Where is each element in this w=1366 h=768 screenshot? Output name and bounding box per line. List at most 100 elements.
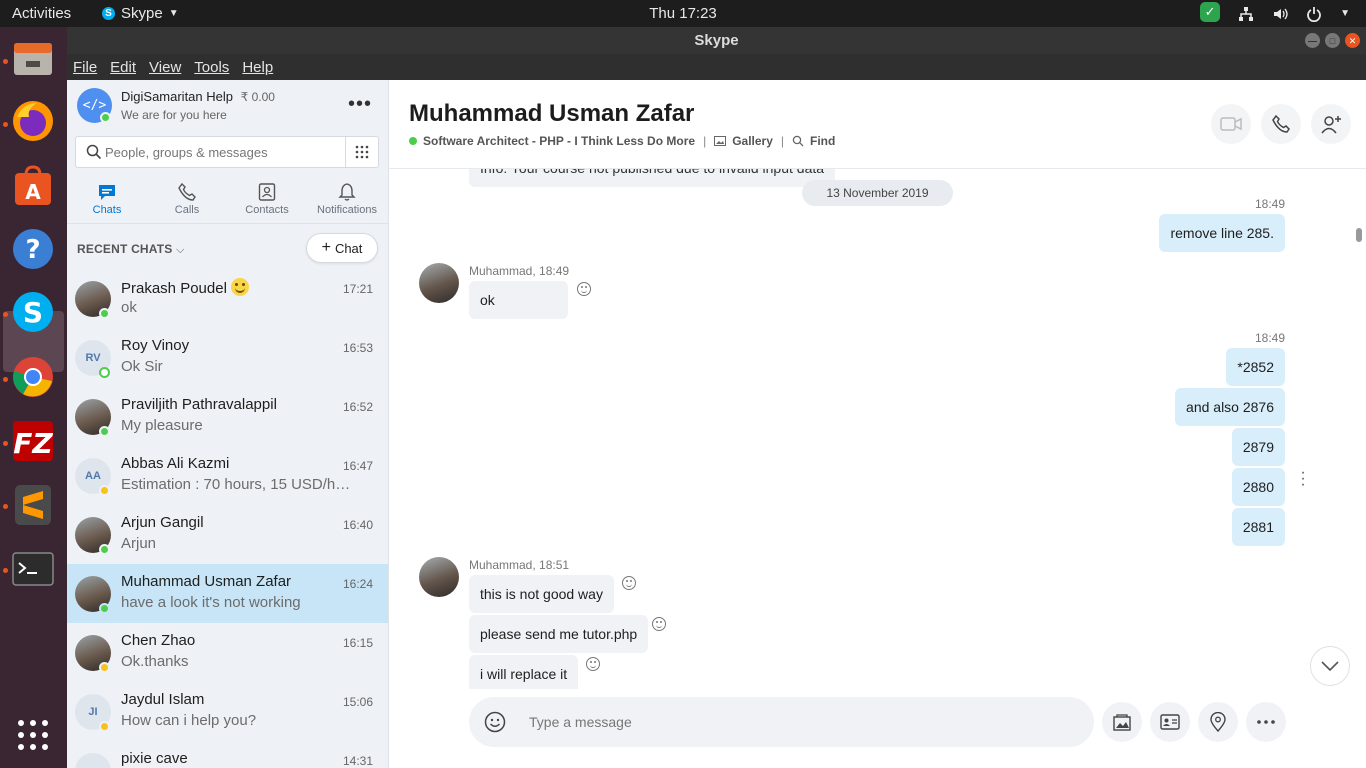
terminal-icon[interactable]	[10, 546, 56, 592]
chevron-down-icon: ⌵	[176, 244, 185, 256]
chat-list-item[interactable]: AA Abbas Ali Kazmi Estimation : 70 hours, …	[67, 446, 388, 505]
chat-last-message: Ok.thanks	[121, 653, 189, 670]
menu-help[interactable]: Help	[242, 59, 273, 76]
message-bubble-outgoing[interactable]: and also 2876	[1175, 388, 1285, 426]
close-button[interactable]: ✕	[1345, 33, 1360, 48]
message-bubble-incoming[interactable]: Info: Your course not published due to i…	[469, 169, 836, 187]
filezilla-icon[interactable]: FZ	[10, 418, 56, 464]
online-status-indicator	[99, 603, 110, 614]
chat-time: 17:21	[342, 282, 373, 296]
send-location-button[interactable]	[1198, 702, 1238, 742]
search-icon	[86, 144, 102, 160]
scrollbar[interactable]	[1356, 228, 1362, 242]
add-reaction-icon[interactable]	[577, 282, 591, 296]
network-icon[interactable]	[1238, 6, 1254, 22]
send-files-button[interactable]	[1102, 702, 1142, 742]
chat-name: Prakash Poudel	[121, 278, 249, 297]
more-composer-options-button[interactable]	[1246, 702, 1286, 742]
clock[interactable]: Thu 17:23	[0, 5, 1366, 22]
shield-check-icon[interactable]: ✓	[1200, 2, 1221, 22]
more-options-icon[interactable]: •••	[348, 93, 372, 116]
message-bubble-incoming[interactable]: i will replace it	[469, 655, 579, 689]
recent-chats-header[interactable]: RECENT CHATS ⌵	[77, 242, 185, 257]
message-bubble-incoming[interactable]: please send me tutor.php	[469, 615, 649, 653]
profile-card[interactable]: </> DigiSamaritan Help ₹ 0.00 We are for…	[67, 80, 388, 130]
find-link[interactable]: Find	[810, 134, 835, 148]
system-tray[interactable]: ✓ ▼	[1200, 2, 1350, 22]
chat-list-item[interactable]: JI Jaydul Islam How can i help you? 15:06	[67, 682, 388, 741]
skype-credit[interactable]: ₹ 0.00	[241, 90, 275, 104]
chat-list-item[interactable]: Prakash Poudel ok 17:21	[67, 269, 388, 328]
files-icon[interactable]	[10, 35, 56, 81]
chat-list-item[interactable]: Chen Zhao Ok.thanks 16:15	[67, 623, 388, 682]
message-bubble-incoming[interactable]: ok	[469, 281, 568, 319]
chat-list-item[interactable]: Praviljith Pathravalappil My pleasure 16:5…	[67, 387, 388, 446]
volume-icon[interactable]	[1272, 6, 1288, 22]
menu-edit[interactable]: Edit	[110, 59, 136, 76]
chat-list-item[interactable]: RV Roy Vinoy Ok Sir 16:53	[67, 328, 388, 387]
audio-call-button[interactable]	[1261, 104, 1301, 144]
tab-calls[interactable]: Calls	[147, 174, 227, 223]
add-people-button[interactable]	[1311, 104, 1351, 144]
online-status-indicator	[409, 137, 417, 145]
menu-tools[interactable]: Tools	[194, 59, 229, 76]
show-applications-icon[interactable]	[10, 712, 56, 758]
ubuntu-software-icon[interactable]: A	[10, 162, 56, 208]
chat-list-item[interactable]: Arjun Gangil Arjun 16:40	[67, 505, 388, 564]
message-bubble-incoming[interactable]: this is not good way	[469, 575, 614, 613]
message-list[interactable]: Info: Your course not published due to i…	[389, 169, 1366, 689]
system-menu-chevron-icon[interactable]: ▼	[1340, 8, 1350, 19]
message-timestamp: 18:49	[1254, 331, 1285, 345]
maximize-button[interactable]: □	[1325, 33, 1340, 48]
svg-text:?: ?	[25, 235, 40, 265]
chat-time: 16:15	[342, 636, 373, 650]
message-input[interactable]	[529, 697, 1069, 747]
menu-file[interactable]: File	[73, 59, 97, 76]
conversation-title[interactable]: Muhammad Usman Zafar	[409, 100, 694, 128]
message-bubble-outgoing[interactable]: 2879	[1231, 428, 1285, 466]
tab-chats[interactable]: Chats	[67, 174, 147, 223]
search-input[interactable]	[105, 137, 345, 167]
gallery-link[interactable]: Gallery	[732, 134, 773, 148]
chat-list-item[interactable]: pixie cave 14:31	[67, 741, 388, 768]
add-reaction-icon[interactable]	[652, 617, 666, 631]
add-reaction-icon[interactable]	[622, 576, 636, 590]
menu-view[interactable]: View	[149, 59, 181, 76]
sender-avatar[interactable]	[419, 263, 459, 303]
profile-name: DigiSamaritan Help	[121, 89, 233, 104]
phone-icon	[178, 182, 196, 201]
chrome-icon[interactable]	[10, 354, 56, 400]
profile-name-row: DigiSamaritan Help ₹ 0.00	[121, 89, 275, 104]
message-more-options-icon[interactable]: · · ·	[1300, 465, 1306, 493]
sublime-text-icon[interactable]	[10, 482, 56, 528]
chat-time: 16:24	[342, 577, 373, 591]
chat-list-item[interactable]: Muhammad Usman Zafar have a look it's not…	[67, 564, 388, 623]
video-call-button[interactable]	[1211, 104, 1251, 144]
minimize-button[interactable]: —	[1305, 33, 1320, 48]
chat-last-message: Estimation : 70 hours, 15 USD/hr...	[121, 476, 351, 493]
system-top-bar: Activities S Skype ▼ Thu 17:23 ✓ ▼	[0, 0, 1366, 27]
firefox-icon[interactable]	[10, 98, 56, 144]
emoji-icon[interactable]	[484, 711, 506, 733]
message-bubble-outgoing[interactable]: remove line 285.	[1159, 214, 1285, 252]
chat-name: Praviljith Pathravalappil	[121, 396, 277, 413]
skype-icon[interactable]: S	[10, 289, 56, 335]
send-contact-button[interactable]	[1150, 702, 1190, 742]
chat-name: Jaydul Islam	[121, 691, 204, 708]
message-bubble-outgoing[interactable]: 2881	[1231, 508, 1285, 546]
add-reaction-icon[interactable]	[586, 657, 600, 671]
new-chat-button[interactable]: + Chat	[306, 233, 378, 263]
tab-contacts[interactable]: Contacts	[227, 174, 307, 223]
tab-notifications[interactable]: Notifications	[307, 174, 387, 223]
chat-time: 16:47	[342, 459, 373, 473]
sender-avatar[interactable]	[419, 557, 459, 597]
avatar[interactable]	[75, 753, 111, 768]
running-indicator	[3, 122, 8, 127]
power-icon[interactable]	[1306, 6, 1322, 22]
chevron-down-icon	[1321, 661, 1339, 671]
dialpad-icon[interactable]	[345, 137, 378, 167]
help-icon[interactable]: ?	[10, 226, 56, 272]
message-bubble-outgoing[interactable]: *2852	[1226, 348, 1285, 386]
scroll-to-bottom-button[interactable]	[1310, 646, 1350, 686]
message-bubble-outgoing[interactable]: 2880	[1231, 468, 1285, 506]
